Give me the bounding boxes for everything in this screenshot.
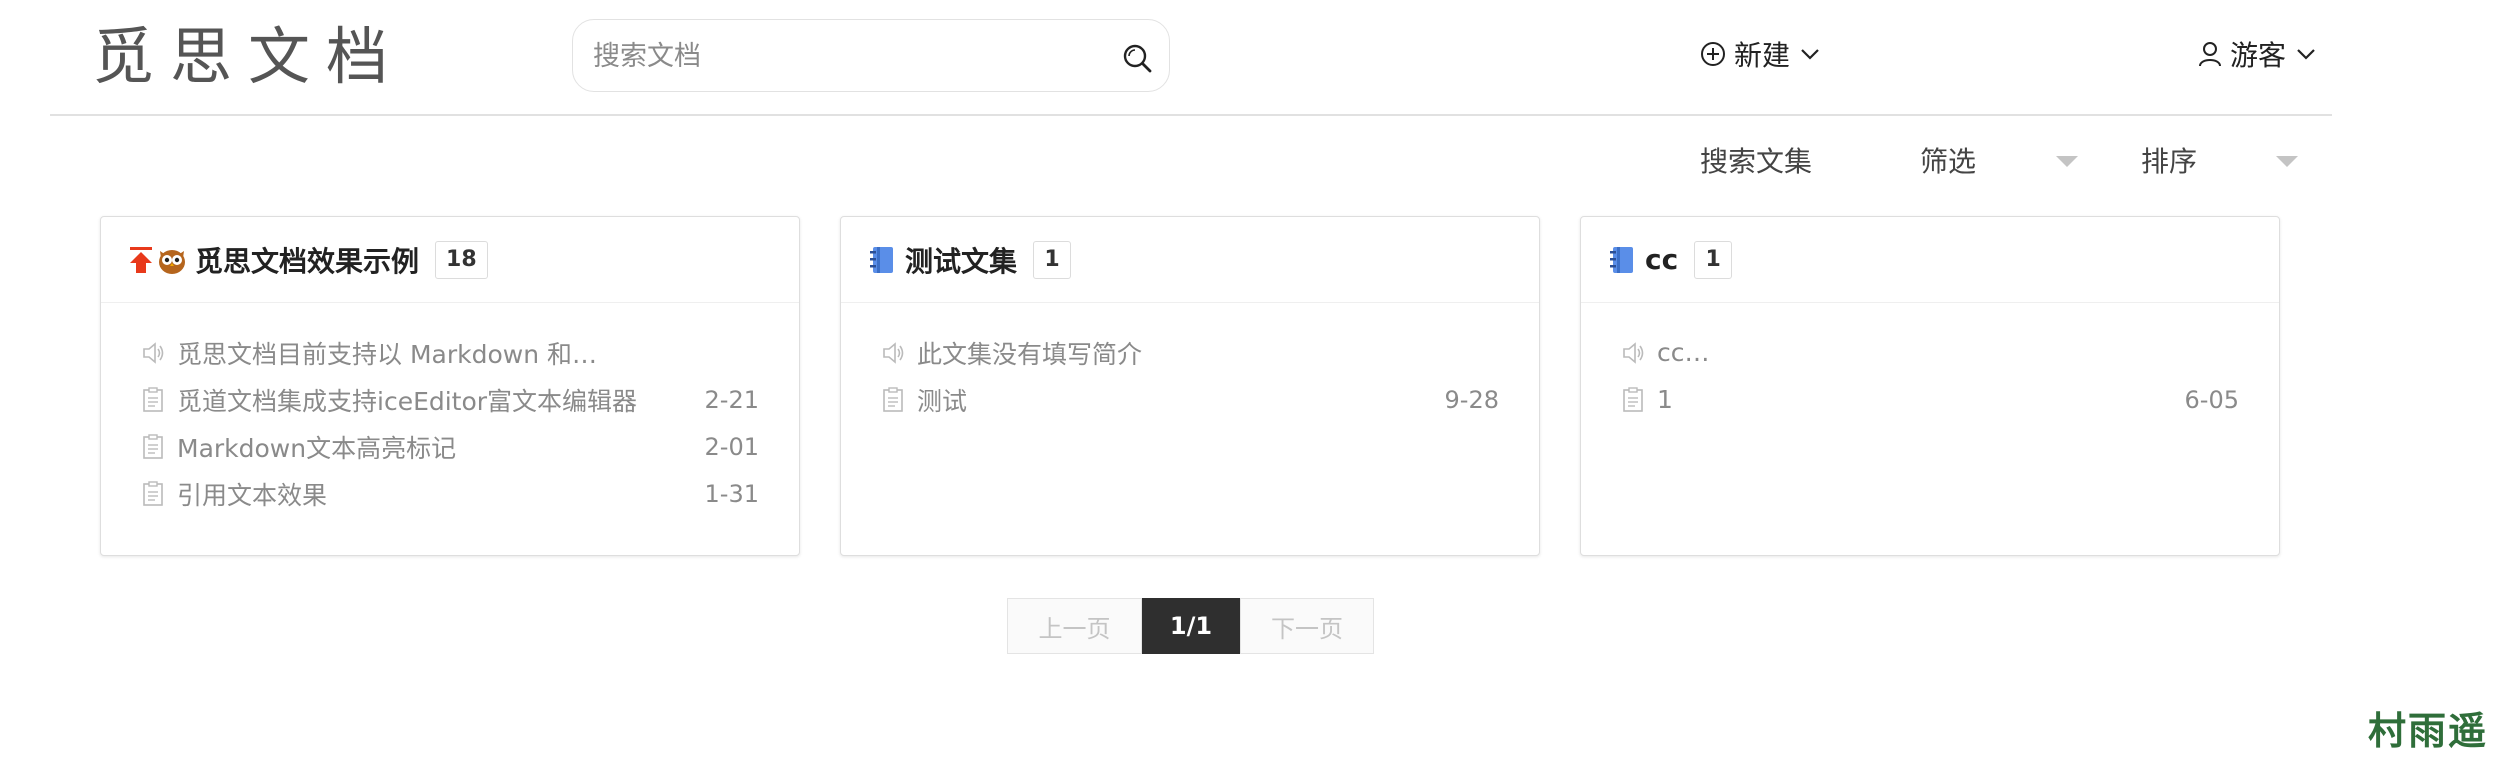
new-menu-button[interactable]: 新建	[1700, 34, 1822, 74]
collection-card-body: cc… 1 6-05	[1621, 329, 2239, 423]
speaker-icon	[143, 341, 164, 364]
sort-select[interactable]: 排序	[2141, 142, 2197, 182]
site-logo[interactable]: 觅思文档	[92, 22, 404, 92]
user-menu-button[interactable]: 游客	[2198, 34, 2318, 74]
collection-card-body: 此文集没有填写简介 测试 9-28	[881, 329, 1499, 423]
user-menu-label: 游客	[2230, 39, 2287, 72]
doc-list-item[interactable]: 测试 9-28	[881, 376, 1499, 423]
collection-card[interactable]: cc 1 cc… 1 6-05	[1580, 216, 2280, 556]
doc-count-badge: 18	[435, 240, 488, 279]
owl-emoji-icon	[159, 249, 185, 274]
doc-search-box[interactable]	[572, 19, 1170, 92]
collection-intro-text: 觅思文档目前支持以 Markdown 和…	[177, 339, 597, 369]
collection-card[interactable]: 觅思文档效果示例 18 觅思文档目前支持以 Markdown 和… 觅道文档集成…	[100, 216, 800, 556]
document-icon	[143, 386, 163, 412]
doc-title[interactable]: 引用文本效果	[177, 476, 327, 512]
page: 觅思文档 新建 游客 搜索文集 筛选 排序	[0, 0, 2498, 758]
document-icon	[143, 480, 163, 506]
search-icon[interactable]	[1121, 42, 1153, 74]
plus-circle-icon	[1701, 42, 1725, 66]
new-menu-label: 新建	[1734, 39, 1791, 72]
doc-count-badge: 1	[1694, 240, 1733, 279]
chevron-down-icon	[1801, 49, 1819, 60]
collection-card-header: 测试文集 1	[841, 217, 1539, 303]
collection-intro: 觅思文档目前支持以 Markdown 和…	[141, 329, 759, 376]
collection-card-header: cc 1	[1581, 217, 2279, 303]
doc-count-badge: 1	[1033, 240, 1072, 279]
doc-title[interactable]: Markdown文本高亮标记	[177, 429, 456, 465]
collection-title[interactable]: cc	[1645, 243, 1678, 276]
user-icon	[2199, 42, 2221, 67]
doc-date: 2-21	[704, 385, 759, 414]
current-page-indicator: 1/1	[1142, 598, 1240, 654]
doc-list-item[interactable]: Markdown文本高亮标记 2-01	[141, 423, 759, 470]
document-icon	[143, 433, 163, 459]
pagination: 上一页 1/1 下一页	[1007, 598, 1374, 654]
pin-top-icon	[130, 246, 152, 273]
collection-intro: cc…	[1621, 329, 2239, 376]
collection-intro: 此文集没有填写简介	[881, 329, 1499, 376]
document-icon	[1623, 386, 1643, 412]
doc-title[interactable]: 1	[1657, 385, 1673, 414]
doc-date: 6-05	[2184, 385, 2239, 414]
doc-date: 9-28	[1444, 385, 1499, 414]
speaker-icon	[883, 341, 904, 364]
speaker-icon	[1623, 341, 1644, 364]
doc-list-item[interactable]: 1 6-05	[1621, 376, 2239, 423]
collection-title[interactable]: 觅思文档效果示例	[195, 240, 419, 280]
collection-card-header: 觅思文档效果示例 18	[101, 217, 799, 303]
filter-select[interactable]: 筛选	[1920, 142, 1976, 182]
next-page-button[interactable]: 下一页	[1240, 598, 1374, 654]
notebook-icon	[870, 246, 893, 273]
collection-intro-text: cc…	[1657, 338, 1710, 367]
filter-caret-icon[interactable]	[2056, 156, 2078, 167]
doc-list-item[interactable]: 觅道文档集成支持iceEditor富文本编辑器 2-21	[141, 376, 759, 423]
notebook-icon	[1610, 246, 1633, 273]
watermark: 村雨遥	[2368, 708, 2489, 753]
doc-date: 2-01	[704, 432, 759, 461]
doc-title[interactable]: 觅道文档集成支持iceEditor富文本编辑器	[177, 382, 637, 418]
collection-title[interactable]: 测试文集	[905, 240, 1017, 280]
collection-card[interactable]: 测试文集 1 此文集没有填写简介 测试 9-28	[840, 216, 1540, 556]
sort-caret-icon[interactable]	[2276, 156, 2298, 167]
document-icon	[883, 386, 903, 412]
doc-title[interactable]: 测试	[917, 382, 967, 418]
doc-date: 1-31	[704, 479, 759, 508]
collection-card-body: 觅思文档目前支持以 Markdown 和… 觅道文档集成支持iceEditor富…	[141, 329, 759, 517]
header-divider	[50, 114, 2332, 116]
doc-search-input[interactable]	[593, 36, 1073, 76]
chevron-down-icon	[2297, 49, 2315, 60]
search-collection-button[interactable]: 搜索文集	[1700, 142, 1812, 182]
prev-page-button[interactable]: 上一页	[1007, 598, 1142, 654]
collection-intro-text: 此文集没有填写简介	[917, 339, 1143, 369]
doc-list-item[interactable]: 引用文本效果 1-31	[141, 470, 759, 517]
